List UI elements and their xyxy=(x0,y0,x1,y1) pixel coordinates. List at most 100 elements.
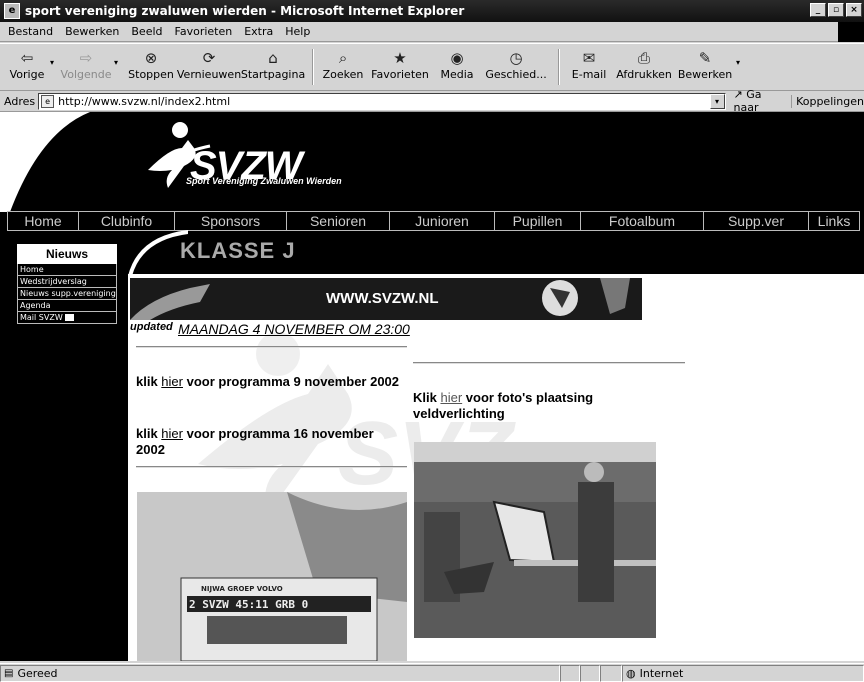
foto-veldverlichting-link[interactable]: hier xyxy=(440,390,462,405)
menu-beeld[interactable]: Beeld xyxy=(125,25,168,38)
mail-button[interactable]: ✉ E-mail xyxy=(566,44,612,90)
search-label: Zoeken xyxy=(322,68,364,81)
banner-title: WWW.SVZW.NL xyxy=(326,290,439,307)
page-heading: KLASSE J xyxy=(180,238,296,263)
scoreboard-image: NIJWA GROEP VOLVO 2 SVZW 45:11 GRB 0 xyxy=(137,492,407,661)
go-label: Ga naar xyxy=(733,88,762,114)
status-blank-cell xyxy=(600,664,622,682)
nav-pupillen[interactable]: Pupillen xyxy=(494,211,581,231)
veldverlichting-photo[interactable] xyxy=(414,442,656,638)
sidebar-item-mail[interactable]: Mail SVZW xyxy=(17,312,117,324)
menu-bestand[interactable]: Bestand xyxy=(2,25,59,38)
scoreboard-photo[interactable]: NIJWA GROEP VOLVO 2 SVZW 45:11 GRB 0 xyxy=(137,492,407,661)
refresh-button[interactable]: ⟳ Vernieuwen xyxy=(177,44,241,90)
edit-icon: ✎ xyxy=(698,49,712,67)
history-button[interactable]: ◷ Geschied... xyxy=(480,44,552,90)
history-label: Geschied... xyxy=(485,68,547,81)
menu-help[interactable]: Help xyxy=(279,25,316,38)
menu-extra[interactable]: Extra xyxy=(238,25,279,38)
home-button[interactable]: ⌂ Startpagina xyxy=(240,44,306,90)
main-content: SVZ WWW.SVZW.NL updated MAANDAG 4 NOVEMB… xyxy=(128,274,864,661)
ie-icon: e xyxy=(4,3,20,19)
updated-date: MAANDAG 4 NOVEMBER OM 23:00 xyxy=(178,321,410,337)
search-button[interactable]: ⌕ Zoeken xyxy=(320,44,366,90)
menu-favorieten[interactable]: Favorieten xyxy=(169,25,239,38)
news-sidebar: Nieuws Home Wedstrijdverslag Nieuws supp… xyxy=(17,244,118,324)
nav-links[interactable]: Links xyxy=(808,211,860,231)
forward-label: Volgende xyxy=(60,68,112,81)
edit-button[interactable]: ✎ Bewerken xyxy=(676,44,734,90)
status-page-icon: ▤ xyxy=(4,667,14,679)
media-button[interactable]: ◉ Media xyxy=(434,44,480,90)
sidebar-item-wedstrijdverslag[interactable]: Wedstrijdverslag xyxy=(17,276,117,288)
browser-window: e sport vereniging zwaluwen wierden - Mi… xyxy=(0,0,864,682)
menu-bewerken[interactable]: Bewerken xyxy=(59,25,125,38)
status-zone-cell: ◍ Internet xyxy=(622,664,864,682)
address-label: Adres xyxy=(4,94,36,108)
media-icon: ◉ xyxy=(450,49,464,67)
sidebar-item-home[interactable]: Home xyxy=(17,264,117,276)
forward-button[interactable]: ⇨ Volgende xyxy=(60,44,112,90)
programma-16-november: klik hier voor programma 16 november 200… xyxy=(136,426,406,458)
favorites-star-icon: ★ xyxy=(393,49,407,67)
programma-16-november-link[interactable]: hier xyxy=(161,426,183,441)
printer-icon: ⎙ xyxy=(638,49,651,67)
sidebar-item-agenda[interactable]: Agenda xyxy=(17,300,117,312)
status-lock-cell xyxy=(580,664,600,682)
nav-clubinfo[interactable]: Clubinfo xyxy=(78,211,175,231)
mail-icon: ✉ xyxy=(582,49,596,67)
nav-supp-ver[interactable]: Supp.ver xyxy=(703,211,809,231)
updated-badge: updated xyxy=(130,321,173,333)
history-clock-icon: ◷ xyxy=(509,49,523,67)
address-url: http://www.svzw.nl/index2.html xyxy=(58,94,231,108)
site-logo-subtitle: Sport Vereniging Zwaluwen Wierden xyxy=(186,176,342,186)
nav-junioren[interactable]: Junioren xyxy=(389,211,495,231)
home-icon: ⌂ xyxy=(268,49,278,67)
address-dropdown-icon[interactable]: ▾ xyxy=(709,93,725,109)
back-dropdown-icon[interactable]: ▾ xyxy=(50,58,54,67)
nav-senioren[interactable]: Senioren xyxy=(286,211,390,231)
minimize-button[interactable]: _ xyxy=(810,3,826,17)
maximize-button[interactable]: ▫ xyxy=(828,3,844,17)
print-button[interactable]: ⎙ Afdrukken xyxy=(612,44,676,90)
back-label: Vorige xyxy=(9,68,45,81)
links-button[interactable]: Koppelingen xyxy=(791,94,864,108)
programma-9-november: klik hier voor programma 9 november 2002 xyxy=(136,374,406,390)
page-icon: e xyxy=(41,94,55,108)
divider xyxy=(136,346,407,348)
sidebar-item-nieuws-supp[interactable]: Nieuws supp.vereniging xyxy=(17,288,117,300)
window-title: sport vereniging zwaluwen wierden - Micr… xyxy=(25,4,465,18)
edit-label: Bewerken xyxy=(677,68,733,81)
status-text: Gereed xyxy=(17,666,58,680)
search-icon: ⌕ xyxy=(338,49,348,67)
favorites-button[interactable]: ★ Favorieten xyxy=(366,44,434,90)
address-input[interactable]: e http://www.svzw.nl/index2.html ▾ xyxy=(38,92,726,110)
nav-fotoalbum[interactable]: Fotoalbum xyxy=(580,211,704,231)
prog1-pre: klik xyxy=(136,374,162,389)
back-arrow-icon: ⇦ xyxy=(20,49,34,67)
media-label: Media xyxy=(440,68,474,81)
page-viewport: SVZW Sport Vereniging Zwaluwen Wierden H… xyxy=(0,112,864,661)
site-header: SVZW Sport Vereniging Zwaluwen Wierden xyxy=(0,112,864,212)
window-controls: _ ▫ × xyxy=(810,3,862,17)
address-bar: Adres e http://www.svzw.nl/index2.html ▾… xyxy=(0,88,864,114)
close-button[interactable]: × xyxy=(846,3,862,17)
veldverlichting-image xyxy=(414,442,656,638)
edit-dropdown-icon[interactable]: ▾ xyxy=(736,58,740,67)
refresh-icon: ⟳ xyxy=(202,49,216,67)
nav-sponsors[interactable]: Sponsors xyxy=(174,211,287,231)
programma-9-november-link[interactable]: hier xyxy=(161,374,183,389)
foto-pre: Klik xyxy=(413,390,441,405)
stop-button[interactable]: ⊗ Stoppen xyxy=(124,44,178,90)
go-button[interactable]: ↗ Ga naar xyxy=(726,88,792,114)
foto-veldverlichting: Klik hier voor foto's plaatsing veldverl… xyxy=(413,390,653,422)
status-progress-cell xyxy=(560,664,580,682)
prog1-post: voor programma 9 november 2002 xyxy=(182,374,400,389)
toolbar-separator xyxy=(312,49,315,85)
divider xyxy=(413,362,685,364)
sidebar-title: Nieuws xyxy=(17,244,117,264)
forward-dropdown-icon[interactable]: ▾ xyxy=(114,58,118,67)
nav-home[interactable]: Home xyxy=(7,211,79,231)
print-label: Afdrukken xyxy=(616,68,672,81)
back-button[interactable]: ⇦ Vorige xyxy=(6,44,48,90)
